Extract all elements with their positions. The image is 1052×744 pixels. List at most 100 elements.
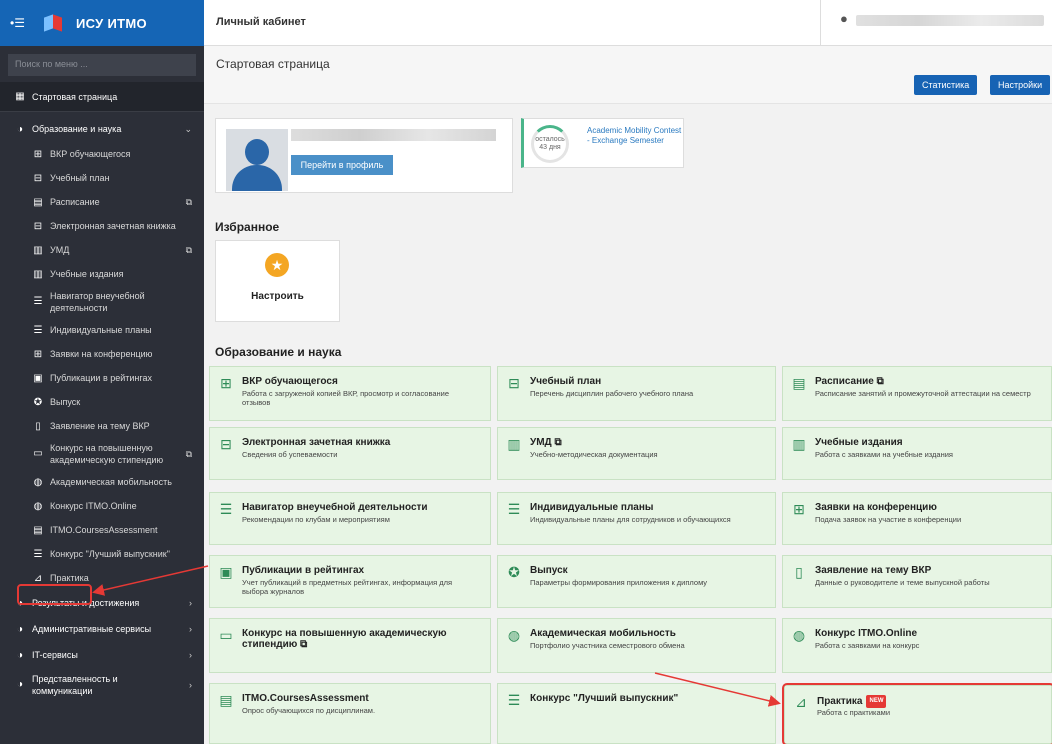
tile-title: Индивидуальные планы (530, 502, 654, 513)
sidebar-item-best-graduate[interactable]: ☰ Конкурс "Лучший выпускник" (0, 542, 204, 566)
table-icon: ⊟ (508, 375, 520, 391)
sidebar-item-label: ВКР обучающегося (50, 149, 131, 159)
toggle-icon: ◑ (16, 649, 24, 661)
tile-ratings[interactable]: ▣ Публикации в рейтингах Учет публикаций… (209, 555, 491, 608)
deadline-card[interactable]: осталось 43 дня Academic Mobility Contes… (521, 118, 684, 168)
tile-title: Заявление на тему ВКР (815, 565, 932, 576)
sidebar-item-label: Электронная зачетная книжка (50, 221, 176, 231)
sidebar-item-label: Выпуск (50, 397, 81, 407)
external-link-icon: ⧉ (300, 639, 308, 650)
sidebar-section-it[interactable]: ◑ IT-сервисы › (0, 642, 204, 668)
calendar-icon: ▤ (792, 375, 806, 391)
sitemap-icon: ⊞ (220, 375, 232, 391)
tile-vkr-topic[interactable]: ▯ Заявление на тему ВКР Данные о руковод… (782, 555, 1052, 608)
money-icon: ▭ (219, 627, 233, 643)
sidebar-item-scholarship[interactable]: ▭ Конкурс на повышенную академическую сти… (0, 438, 204, 470)
sidebar-item-individual-plans[interactable]: ☰ Индивидуальные планы (0, 318, 204, 342)
tile-graduation[interactable]: ✪ Выпуск Параметры формирования приложен… (497, 555, 776, 608)
tile-title: Публикации в рейтингах (242, 565, 365, 576)
sidebar-item-label: Академическая мобильность (50, 477, 172, 487)
tile-itmo-online[interactable]: ◍ Конкурс ITMO.Online Работа с заявками … (782, 618, 1052, 673)
doc-icon: ▣ (219, 564, 233, 580)
deadline-link[interactable]: Academic Mobility Contest - Exchange Sem… (587, 126, 685, 146)
sidebar-item-umd[interactable]: ▥ УМД ⧉ (0, 238, 204, 262)
tile-mobility[interactable]: ◍ Академическая мобильность Портфолио уч… (497, 618, 776, 673)
tile-desc: Работа с загруженой копией ВКР, просмотр… (242, 389, 450, 407)
tile-vkr[interactable]: ⊞ ВКР обучающегося Работа с загруженой к… (209, 366, 491, 421)
star-icon: ★ (265, 253, 289, 277)
sidebar: •☰ ИСУ ИТМО Поиск по меню ... ▦ Стартова… (0, 0, 204, 744)
tile-title: Конкурс на повышенную академическую стип… (242, 628, 460, 650)
tile-desc: Рекомендации по клубам и мероприятиям (242, 515, 390, 524)
chart-icon: ⊿ (33, 572, 43, 584)
sidebar-item-label: Конкурс ITMO.Online (50, 501, 137, 511)
sidebar-item-mobility[interactable]: ◍ Академическая мобильность (0, 470, 204, 494)
sidebar-item-publications-edu[interactable]: ▥ Учебные издания (0, 262, 204, 286)
tile-scholarship[interactable]: ▭ Конкурс на повышенную академическую ст… (209, 618, 491, 673)
sidebar-item-conferences[interactable]: ⊞ Заявки на конференцию (0, 342, 204, 366)
sidebar-section-education[interactable]: ◑ Образование и наука ⌄ (0, 116, 204, 142)
clipboard-icon: ▤ (33, 524, 43, 536)
sidebar-item-vkr[interactable]: ⊞ ВКР обучающегося (0, 142, 204, 166)
settings-button[interactable]: Настройки (990, 75, 1051, 95)
tile-title: Конкурс ITMO.Online (815, 628, 918, 639)
sidebar-item-schedule[interactable]: ▤ Расписание ⧉ (0, 190, 204, 214)
tile-gradebook[interactable]: ⊟ Электронная зачетная книжка Сведения о… (209, 427, 491, 480)
menu-search-input[interactable]: Поиск по меню ... (8, 54, 196, 76)
tile-navigator[interactable]: ☰ Навигатор внеучебной деятельности Реко… (209, 492, 491, 545)
list-icon: ☰ (507, 692, 521, 708)
sidebar-item-label: Расписание (50, 197, 100, 207)
sidebar-item-curriculum[interactable]: ⊟ Учебный план (0, 166, 204, 190)
sidebar-item-vkr-topic[interactable]: ▯ Заявление на тему ВКР (0, 414, 204, 438)
sidebar-item-start[interactable]: ▦ Стартовая страница (0, 82, 204, 112)
book-icon: ▯ (795, 564, 803, 580)
sidebar-item-gradebook[interactable]: ⊟ Электронная зачетная книжка (0, 214, 204, 238)
globe-icon: ◍ (33, 500, 43, 512)
list-icon: ☰ (33, 296, 43, 307)
tile-best-graduate[interactable]: ☰ Конкурс "Лучший выпускник" (497, 683, 776, 744)
itmo-logo-icon (44, 13, 66, 33)
sidebar-item-label: Заявки на конференцию (50, 349, 153, 359)
list-icon: ☰ (33, 324, 43, 336)
sidebar-item-label: Стартовая страница (32, 91, 118, 102)
external-link-icon: ⧉ (876, 376, 884, 387)
tile-title-text: УМД (530, 437, 552, 448)
tile-umd[interactable]: ▥ УМД ⧉ Учебно-методическая документация (497, 427, 776, 480)
tile-title-text: Расписание (815, 376, 874, 387)
sidebar-item-itmo-online[interactable]: ◍ Конкурс ITMO.Online (0, 494, 204, 518)
statistics-button[interactable]: Статистика (914, 75, 978, 95)
sidebar-item-graduation[interactable]: ✪ Выпуск (0, 390, 204, 414)
sidebar-item-label: Практика (50, 573, 89, 583)
tile-courses-assessment[interactable]: ▤ ITMO.CoursesAssessment Опрос обучающих… (209, 683, 491, 744)
sidebar-section-communications[interactable]: ◑ Представленность и коммуникации › (0, 668, 204, 702)
favorites-configure-label: Настроить (251, 291, 304, 302)
go-to-profile-button[interactable]: Перейти в профиль (291, 155, 393, 175)
app-title[interactable]: ИСУ ИТМО (76, 16, 147, 31)
brand-bar: •☰ ИСУ ИТМО (0, 0, 204, 46)
favorites-heading: Избранное (215, 220, 280, 234)
user-icon[interactable]: ● (840, 11, 848, 26)
tile-desc: Работа с заявками на конкурс (815, 641, 920, 650)
toggle-icon: ◑ (16, 123, 24, 135)
sidebar-section-admin[interactable]: ◑ Административные сервисы › (0, 616, 204, 642)
file-icon: ▥ (507, 436, 521, 452)
tile-desc: Портфолио участника семестрового обмена (530, 641, 685, 650)
tile-schedule[interactable]: ▤ Расписание ⧉ Расписание занятий и пром… (782, 366, 1052, 421)
countdown-label: осталось (535, 136, 565, 143)
sidebar-item-courses-assessment[interactable]: ▤ ITMO.CoursesAssessment (0, 518, 204, 542)
chevron-right-icon: › (189, 650, 192, 660)
sidebar-nav: ▦ Стартовая страница ◑ Образование и нау… (0, 82, 204, 702)
sidebar-item-navigator[interactable]: ☰ Навигатор внеучебной деятельности (0, 286, 204, 318)
tile-title: Учебные издания (815, 437, 903, 448)
sitemap-icon: ⊞ (33, 148, 43, 160)
tile-conferences[interactable]: ⊞ Заявки на конференцию Подача заявок на… (782, 492, 1052, 545)
user-name-redacted[interactable] (856, 15, 1044, 26)
globe-icon: ◍ (507, 627, 521, 643)
tile-desc: Сведения об успеваемости (242, 450, 338, 459)
sidebar-item-ratings[interactable]: ▣ Публикации в рейтингах (0, 366, 204, 390)
favorites-configure-tile[interactable]: ★ Настроить (215, 240, 340, 322)
tile-curriculum[interactable]: ⊟ Учебный план Перечень дисциплин рабоче… (497, 366, 776, 421)
tile-individual-plans[interactable]: ☰ Индивидуальные планы Индивидуальные пл… (497, 492, 776, 545)
collapse-menu-icon[interactable]: •☰ (10, 16, 30, 30)
tile-publications-edu[interactable]: ▥ Учебные издания Работа с заявками на у… (782, 427, 1052, 480)
